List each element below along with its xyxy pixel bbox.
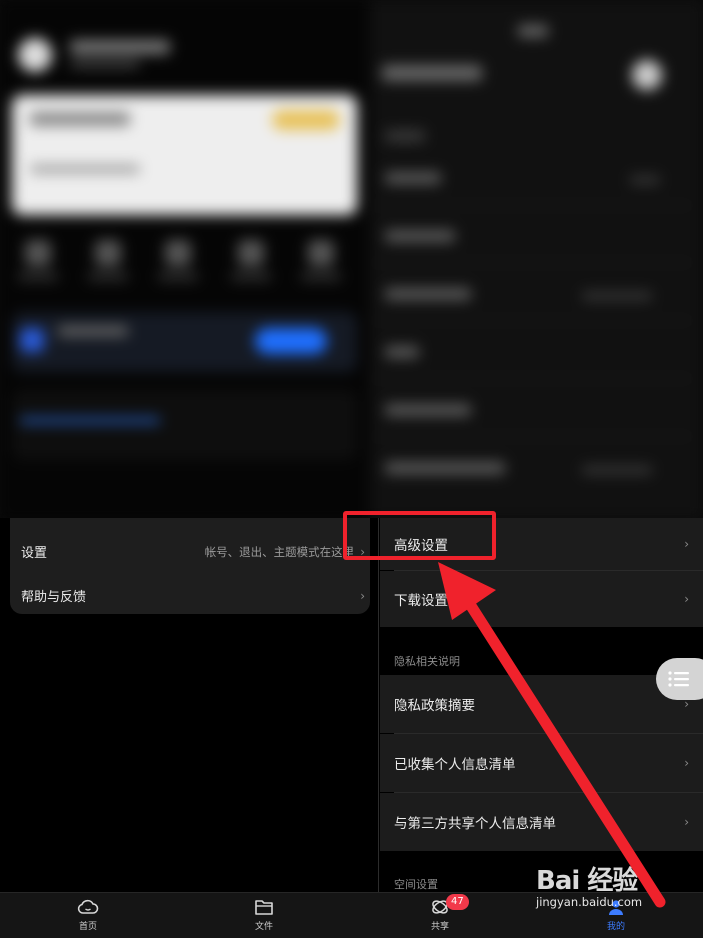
settings-card: 设置 帐号、退出、主题模式在这里 › 帮助与反馈 › [10,518,370,614]
chevron-right-icon: › [684,592,689,606]
nav-share-label: 共享 [430,922,449,932]
cloud-home-icon [77,899,99,914]
panel-divider [378,518,379,892]
chevron-right-icon: › [684,537,689,551]
folder-icon [255,900,273,915]
watermark-url: jingyan.baidu.com [536,895,643,909]
chevron-right-icon: › [360,588,365,603]
nav-home[interactable]: 首页 [48,897,128,932]
nav-files[interactable]: 文件 [224,897,304,932]
chevron-right-icon: › [684,815,689,829]
nav-files-label: 文件 [254,922,273,932]
download-settings-item[interactable]: 下载设置 › [380,571,703,627]
collected-info-list-item[interactable]: 已收集个人信息清单 › [380,734,703,792]
help-feedback-row[interactable]: 帮助与反馈 › [21,586,365,606]
settings-label: 设置 [21,546,48,561]
collected-info-list-label: 已收集个人信息清单 [394,757,516,773]
nav-mine-label: 我的 [606,922,625,932]
annotation-highlight-box [343,511,496,560]
privacy-policy-summary-label: 隐私政策摘要 [394,698,475,714]
settings-row[interactable]: 设置 帐号、退出、主题模式在这里 › [21,542,365,562]
privacy-section-header: 隐私相关说明 [394,655,460,668]
nav-share[interactable]: 47 共享 [400,894,480,932]
floating-menu-button[interactable] [656,658,703,700]
blurred-background [0,0,703,518]
third-party-share-list-label: 与第三方共享个人信息清单 [394,816,556,832]
watermark-logo: Bai 经验 [536,866,638,896]
download-settings-label: 下载设置 [394,593,448,609]
share-badge: 47 [446,894,469,910]
chevron-right-icon: › [684,756,689,770]
settings-desc: 帐号、退出、主题模式在这里 [204,544,355,559]
space-section-header: 空间设置 [394,878,438,891]
help-feedback-label: 帮助与反馈 [21,590,87,605]
third-party-share-list-item[interactable]: 与第三方共享个人信息清单 › [380,793,703,851]
privacy-policy-summary-item[interactable]: 隐私政策摘要 › [380,675,703,733]
baidu-jingyan-watermark: Bai 经验 jingyan.baidu.com [536,860,676,920]
nav-home-label: 首页 [78,922,97,932]
list-icon [668,671,689,687]
